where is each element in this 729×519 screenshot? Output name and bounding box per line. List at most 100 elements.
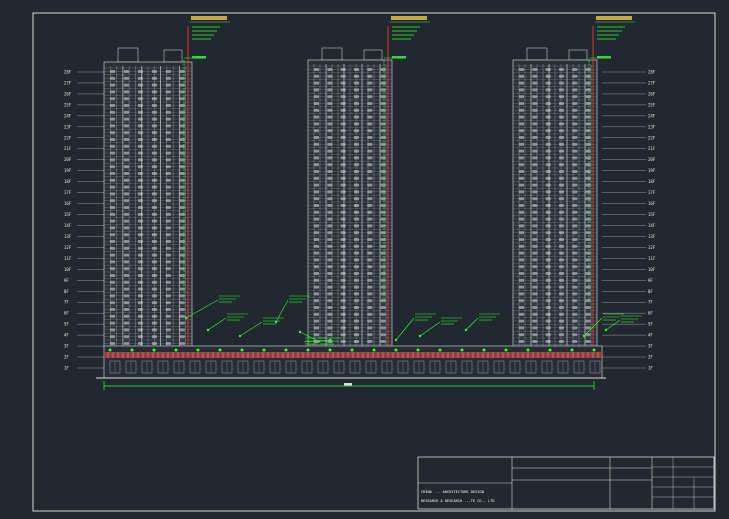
window xyxy=(532,68,538,71)
window xyxy=(354,340,359,343)
floor-label-left: 25F xyxy=(64,102,72,107)
window xyxy=(123,138,129,141)
window xyxy=(532,292,538,296)
window xyxy=(151,144,157,148)
window xyxy=(572,142,578,146)
window xyxy=(165,342,171,345)
window xyxy=(519,319,524,323)
window xyxy=(367,326,373,330)
window xyxy=(340,299,346,303)
window xyxy=(123,117,129,121)
window xyxy=(165,76,171,80)
window xyxy=(519,95,524,99)
window xyxy=(314,149,319,153)
window xyxy=(110,124,115,128)
callout-dot xyxy=(582,334,586,338)
window xyxy=(165,172,171,175)
window xyxy=(151,253,157,257)
window xyxy=(151,226,157,230)
window xyxy=(314,224,319,228)
window xyxy=(354,95,359,99)
window xyxy=(545,285,551,289)
podium-marker xyxy=(526,348,530,352)
window xyxy=(151,124,157,128)
window xyxy=(519,81,524,85)
window xyxy=(559,163,564,167)
window xyxy=(137,124,143,128)
window xyxy=(559,74,564,78)
window xyxy=(110,260,115,264)
window xyxy=(110,314,115,318)
window xyxy=(110,104,115,107)
window xyxy=(532,238,538,241)
window xyxy=(367,265,373,269)
window xyxy=(519,156,524,160)
window xyxy=(123,294,129,298)
window xyxy=(110,240,115,243)
floor-label-right: 18F xyxy=(648,179,656,184)
window xyxy=(314,238,319,241)
window xyxy=(151,172,157,175)
window xyxy=(519,149,524,153)
window xyxy=(354,238,359,241)
window xyxy=(123,110,129,114)
floor-label-right: 28F xyxy=(648,70,656,75)
window xyxy=(559,68,564,71)
window xyxy=(340,129,346,133)
window xyxy=(367,176,373,180)
window xyxy=(380,176,386,180)
window xyxy=(380,122,386,126)
window xyxy=(585,170,591,173)
window xyxy=(110,226,115,230)
window xyxy=(137,90,143,94)
window xyxy=(519,265,524,269)
window xyxy=(367,102,373,105)
window xyxy=(314,142,319,146)
window xyxy=(314,68,319,71)
window xyxy=(354,176,359,180)
window xyxy=(380,285,386,289)
window xyxy=(314,272,319,275)
window xyxy=(380,251,386,255)
annotation-title-bar xyxy=(191,16,227,20)
podium-marker xyxy=(438,348,442,352)
window xyxy=(137,226,143,230)
window xyxy=(545,115,551,119)
window xyxy=(151,206,157,209)
window xyxy=(327,190,333,194)
window xyxy=(572,306,578,309)
window xyxy=(354,88,359,92)
window xyxy=(314,312,319,316)
window xyxy=(572,210,578,214)
window xyxy=(585,244,591,248)
window xyxy=(165,280,171,284)
window xyxy=(545,122,551,126)
window xyxy=(137,144,143,148)
window xyxy=(110,172,115,175)
floor-label-left: 21F xyxy=(64,146,72,151)
window xyxy=(340,95,346,99)
window xyxy=(545,108,551,112)
window xyxy=(110,70,115,73)
window xyxy=(572,333,578,337)
window xyxy=(151,83,157,87)
window xyxy=(545,204,551,207)
window xyxy=(380,238,386,241)
podium-marker xyxy=(218,348,222,352)
window xyxy=(585,210,591,214)
window xyxy=(110,212,115,216)
window xyxy=(367,217,373,221)
window xyxy=(572,88,578,92)
window xyxy=(340,102,346,105)
window xyxy=(519,244,524,248)
window xyxy=(545,170,551,173)
window xyxy=(354,102,359,105)
window xyxy=(380,190,386,194)
window xyxy=(572,292,578,296)
window xyxy=(367,333,373,337)
window xyxy=(354,142,359,146)
window xyxy=(572,265,578,269)
window xyxy=(151,110,157,114)
window xyxy=(532,149,538,153)
window xyxy=(559,136,564,139)
